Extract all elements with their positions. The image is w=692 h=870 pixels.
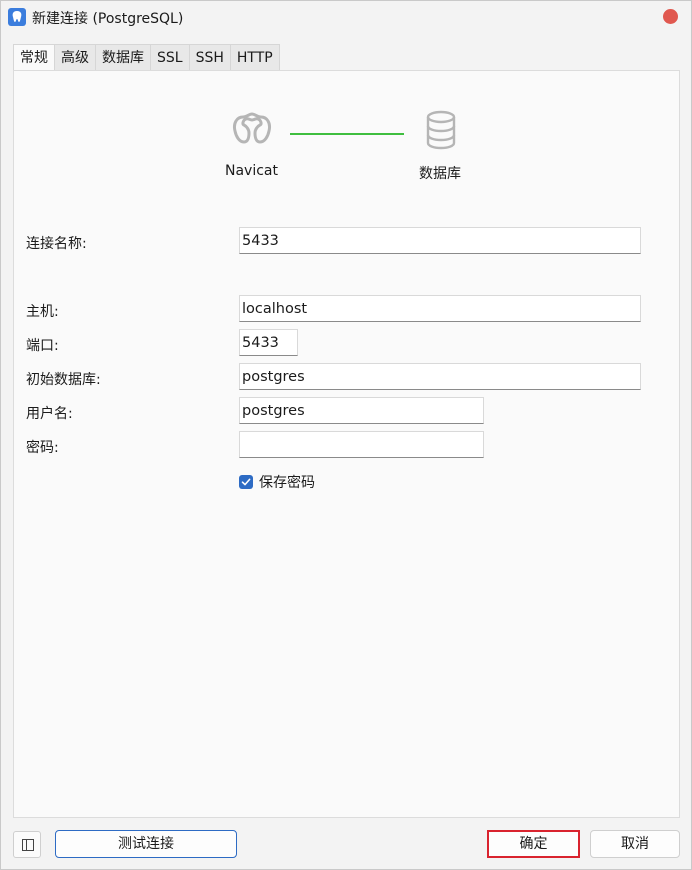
database-icon [426, 110, 456, 150]
initial-database-input[interactable] [239, 363, 641, 390]
host-input[interactable] [239, 295, 641, 322]
tab-advanced[interactable]: 高级 [54, 44, 96, 71]
database-label: 数据库 [419, 166, 461, 182]
password-input[interactable] [239, 431, 484, 458]
title-bar: 新建连接 (PostgreSQL) [1, 1, 691, 35]
password-label: 密码: [26, 440, 59, 456]
checkmark-icon [241, 478, 251, 486]
username-label: 用户名: [26, 406, 73, 422]
connection-dialog: 新建连接 (PostgreSQL) 常规 高级 数据库 SSL SSH HTTP… [0, 0, 692, 870]
tab-bar: 常规 高级 数据库 SSL SSH HTTP [13, 44, 280, 72]
connection-name-label: 连接名称: [26, 236, 87, 252]
connection-name-input[interactable] [239, 227, 641, 254]
port-input[interactable] [239, 329, 298, 356]
navicat-logo-icon [233, 112, 271, 144]
general-panel: Navicat 数据库 连接名称: 主机: 端口: 初始数据库: 用户名: 密码… [13, 70, 680, 818]
tab-ssh[interactable]: SSH [188, 44, 231, 71]
ok-button[interactable]: 确定 [487, 830, 580, 858]
sidebar-panel-icon [22, 839, 34, 851]
tab-ssl[interactable]: SSL [150, 44, 190, 71]
postgresql-app-icon [8, 8, 26, 26]
test-connection-button[interactable]: 测试连接 [55, 830, 237, 858]
navicat-label: Navicat [225, 163, 278, 179]
close-button[interactable] [663, 9, 678, 24]
tab-general[interactable]: 常规 [13, 44, 55, 72]
tab-http[interactable]: HTTP [229, 44, 280, 71]
initial-database-label: 初始数据库: [26, 372, 101, 388]
username-input[interactable] [239, 397, 484, 424]
sidebar-toggle-button[interactable] [13, 831, 41, 858]
window-title: 新建连接 (PostgreSQL) [32, 11, 184, 27]
cancel-button[interactable]: 取消 [590, 830, 680, 858]
host-label: 主机: [26, 304, 59, 320]
save-password-checkbox[interactable] [239, 475, 253, 489]
port-label: 端口: [26, 338, 59, 354]
tab-database[interactable]: 数据库 [95, 44, 151, 71]
save-password-row: 保存密码 [239, 473, 315, 491]
connection-line [290, 133, 404, 135]
save-password-label[interactable]: 保存密码 [259, 472, 315, 492]
